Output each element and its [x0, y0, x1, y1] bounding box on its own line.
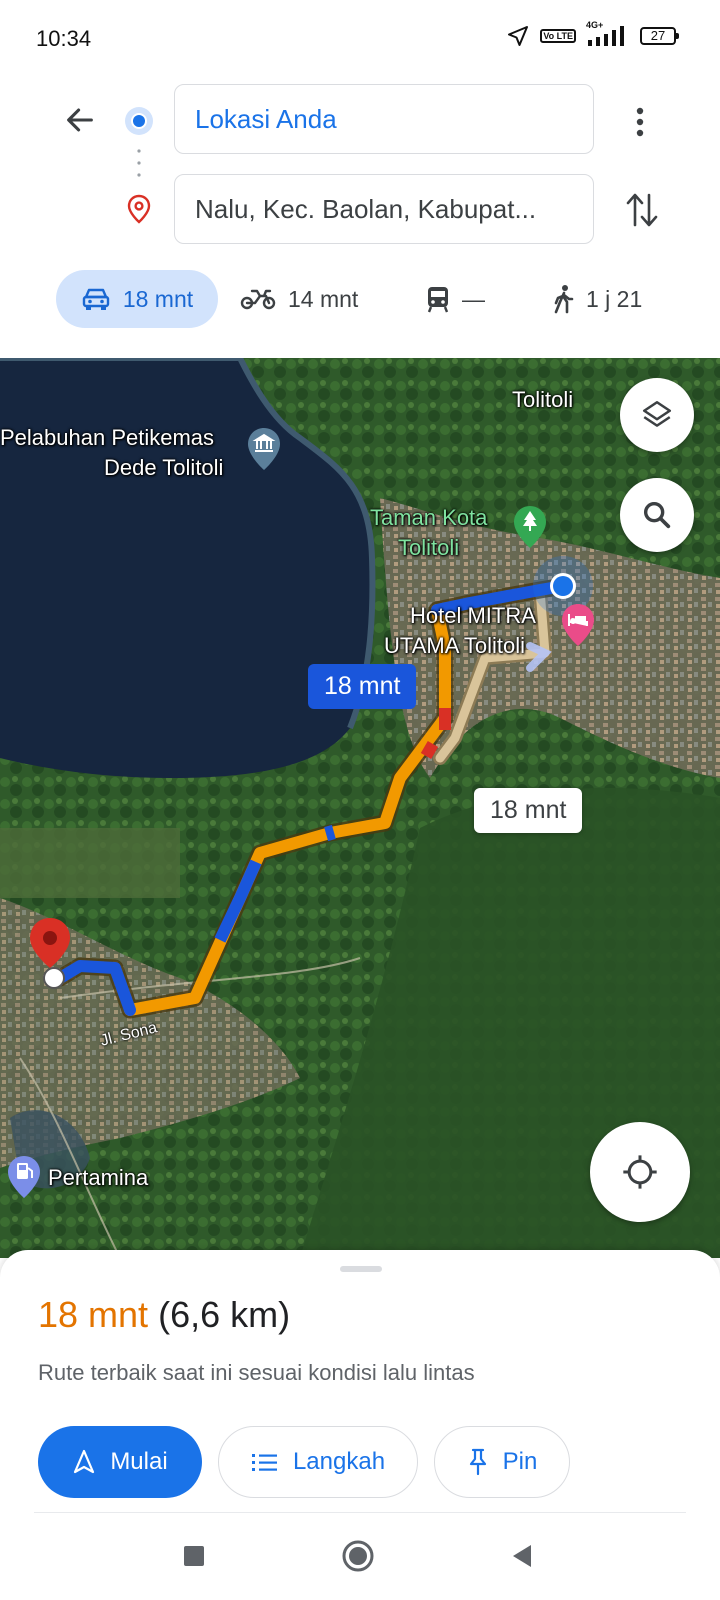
status-icons: Vo LTE 4G+ 27 — [506, 20, 679, 48]
steps-button[interactable]: Langkah — [218, 1426, 418, 1498]
train-icon — [427, 287, 449, 313]
travel-mode-motorcycle[interactable]: 14 mnt — [240, 270, 358, 328]
navigation-arrow-icon — [74, 1449, 95, 1474]
status-time: 10:34 — [36, 26, 92, 51]
pushpin-icon — [469, 1448, 486, 1476]
destination-pin-icon — [127, 194, 151, 224]
system-back-button[interactable] — [500, 1534, 544, 1578]
layers-icon — [642, 400, 672, 427]
transit-time: — — [462, 285, 485, 312]
destination-marker-icon — [30, 918, 70, 989]
map-label-park-line1: Taman Kota — [370, 505, 488, 530]
hotel-poi-icon — [562, 604, 594, 646]
route-description: Rute terbaik saat ini sesuai kondisi lal… — [38, 1360, 475, 1385]
triangle-back-icon — [513, 1545, 531, 1567]
satellite-map — [0, 358, 720, 1258]
search-icon — [643, 501, 671, 529]
origin-dot-icon — [125, 107, 153, 135]
arrow-back-icon — [67, 108, 93, 132]
circle-icon — [342, 1540, 374, 1572]
map-label-hotel-line2: UTAMA Tolitoli — [384, 633, 526, 658]
travel-mode-walk[interactable]: 1 j 21 — [552, 270, 642, 328]
map-label-port-line2: Dede Tolitoli — [104, 455, 224, 480]
map-label-park-line2: Tolitoli — [398, 535, 460, 560]
back-button[interactable] — [58, 98, 102, 142]
pin-label: Pin — [502, 1448, 538, 1475]
motorcycle-time: 14 mnt — [288, 285, 359, 312]
square-icon — [184, 1546, 204, 1566]
location-arrow-icon — [508, 26, 529, 46]
eta-distance: (6,6 km) — [158, 1294, 291, 1335]
more-vert-icon — [636, 107, 644, 137]
eta-summary: 18 mnt (6,6 km) — [38, 1294, 290, 1336]
route-badge-primary[interactable]: 18 mnt — [308, 664, 417, 709]
map-label-port-line1: Pelabuhan Petikemas — [0, 425, 215, 450]
map-search-button[interactable] — [620, 478, 694, 552]
route-badge-alternative[interactable]: 18 mnt — [474, 788, 583, 833]
travel-mode-car[interactable]: 18 mnt — [56, 270, 218, 328]
map-label-hotel-line1: Hotel MITRA — [410, 603, 536, 628]
map-label-fuel: Pertamina — [48, 1165, 149, 1190]
route-connector-dots — [137, 149, 141, 177]
destination-input[interactable]: Nalu, Kec. Baolan, Kabupat... — [174, 174, 594, 244]
start-label: Mulai — [110, 1448, 168, 1475]
system-nav-bar — [0, 1514, 720, 1600]
start-navigation-button[interactable]: Mulai — [38, 1426, 202, 1498]
my-location-icon — [623, 1155, 657, 1189]
park-poi-icon — [514, 506, 546, 548]
signal-icon: 4G+ — [586, 20, 630, 48]
walk-icon — [554, 285, 574, 314]
fuel-poi-icon — [8, 1156, 40, 1198]
map-label-tolitoli: Tolitoli — [512, 387, 574, 412]
museum-poi-icon — [248, 428, 280, 470]
recents-button[interactable] — [172, 1534, 216, 1578]
my-location-button[interactable] — [590, 1122, 690, 1222]
eta-time: 18 mnt — [38, 1294, 149, 1335]
more-options-button[interactable] — [620, 100, 660, 144]
motorcycle-icon — [240, 289, 276, 310]
sheet-drag-handle[interactable] — [340, 1266, 382, 1272]
volte-icon: Vo LTE — [540, 29, 576, 43]
status-bar: 10:34 Vo LTE 4G+ 27 — [0, 0, 720, 80]
car-time: 18 mnt — [122, 285, 194, 312]
divider — [34, 1512, 686, 1513]
destination-text: Nalu, Kec. Baolan, Kabupat... — [195, 193, 537, 224]
origin-input[interactable]: Lokasi Anda — [174, 84, 594, 154]
origin-text: Lokasi Anda — [195, 103, 337, 134]
list-icon — [251, 1454, 277, 1471]
layers-button[interactable] — [620, 378, 694, 452]
pin-button[interactable]: Pin — [434, 1426, 570, 1498]
home-button[interactable] — [336, 1534, 380, 1578]
travel-mode-transit[interactable]: — — [426, 270, 485, 328]
swap-vert-icon — [626, 193, 658, 227]
map-view[interactable]: Tolitoli Pelabuhan Petikemas Dede Tolito… — [0, 358, 720, 1258]
battery-icon: 27 — [640, 27, 679, 45]
network-type: 4G+ — [586, 20, 604, 30]
walk-time: 1 j 21 — [586, 285, 643, 312]
car-icon — [82, 288, 110, 310]
steps-label: Langkah — [292, 1448, 386, 1475]
swap-route-button[interactable] — [620, 188, 664, 232]
